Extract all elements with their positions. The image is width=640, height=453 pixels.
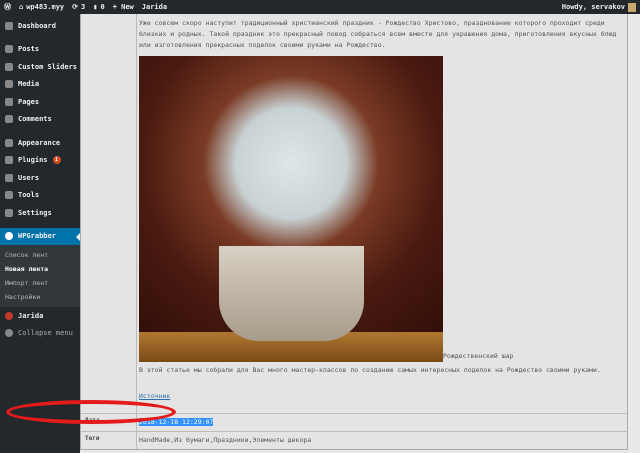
submenu-import-feeds[interactable]: Импорт лент — [0, 276, 80, 290]
feed-preview-table: Уже совсем скоро наступит традиционный х… — [80, 4, 628, 450]
sidebar-item-media[interactable]: Media — [0, 76, 80, 94]
tags-label: Теги — [81, 432, 137, 449]
sidebar-item-dashboard[interactable]: Dashboard — [0, 17, 80, 35]
new-content-link[interactable]: + New — [113, 3, 134, 11]
sidebar-item-wpgrabber[interactable]: WPGrabber — [0, 227, 80, 245]
source-link[interactable]: Источник — [139, 392, 170, 400]
submenu-settings[interactable]: Настройки — [0, 290, 80, 304]
sidebar-item-jarida[interactable]: Jarida — [0, 307, 80, 325]
site-name-link[interactable]: ⌂ wp483.myy — [19, 3, 64, 11]
media-icon — [5, 80, 13, 89]
christmas-globe-image — [139, 56, 443, 362]
comments-link[interactable]: ▮ 0 — [93, 3, 104, 11]
sidebar-item-custom-sliders[interactable]: Custom Sliders — [0, 58, 80, 76]
comment-icon — [5, 115, 13, 124]
wpgrabber-submenu: Список лент Новая лента Импорт лент Наст… — [0, 245, 80, 307]
pin-icon — [5, 45, 13, 54]
sidebar-item-plugins[interactable]: Plugins 1 — [0, 152, 80, 170]
wrench-icon — [5, 191, 13, 200]
sidebar-item-appearance[interactable]: Appearance — [0, 134, 80, 152]
admin-bar: Ⓦ ⌂ wp483.myy ⟳ 3 ▮ 0 + New Jarida Howdy, s… — [0, 0, 640, 14]
wordpress-logo-icon[interactable]: Ⓦ — [4, 2, 11, 12]
tags-value: HandMade,Из бумаги,Праздники,Элементы де… — [139, 436, 312, 444]
admin-sidebar: Dashboard Posts Custom Sliders Media Pag… — [0, 14, 80, 453]
highlight-annotation-oval — [6, 400, 176, 424]
sliders-icon — [5, 62, 13, 71]
sidebar-item-tools[interactable]: Tools — [0, 187, 80, 205]
account-menu[interactable]: Howdy, servakov — [562, 2, 636, 12]
updates-link[interactable]: ⟳ 3 — [72, 3, 85, 11]
updates-icon: ⟳ — [72, 3, 79, 11]
theme-link[interactable]: Jarida — [142, 3, 167, 11]
sidebar-item-posts[interactable]: Posts — [0, 41, 80, 59]
submenu-new-feed[interactable]: Новая лента — [0, 262, 80, 276]
settings-icon — [5, 208, 13, 217]
tags-row: Теги HandMade,Из бумаги,Праздники,Элемен… — [81, 432, 627, 449]
pages-icon — [5, 97, 13, 106]
submenu-feed-list[interactable]: Список лент — [0, 248, 80, 262]
sidebar-item-users[interactable]: Users — [0, 169, 80, 187]
image-caption: Рождественский шар — [443, 352, 514, 360]
collapse-menu-button[interactable]: Collapse menu — [0, 325, 80, 343]
main-content: Уже совсем скоро наступит традиционный х… — [80, 4, 640, 453]
article-paragraph: В этой статье мы собрали для Вас много м… — [139, 366, 601, 374]
intro-text: Уже совсем скоро наступит традиционный х… — [139, 19, 617, 49]
avatar — [628, 2, 636, 12]
collapse-icon — [5, 329, 13, 338]
sidebar-item-comments[interactable]: Comments — [0, 111, 80, 129]
plugins-update-badge: 1 — [52, 156, 61, 165]
user-icon — [5, 173, 13, 182]
home-icon: ⌂ — [19, 3, 24, 11]
comment-icon: ▮ — [93, 3, 98, 11]
plugin-icon — [5, 156, 13, 165]
text-label-column — [81, 5, 137, 413]
jarida-icon — [5, 311, 13, 320]
content-cell: Уже совсем скоро наступит традиционный х… — [137, 5, 627, 413]
gear-icon — [5, 232, 13, 241]
brush-icon — [5, 138, 13, 147]
sidebar-item-settings[interactable]: Settings — [0, 204, 80, 222]
sidebar-item-pages[interactable]: Pages — [0, 93, 80, 111]
dashboard-icon — [5, 21, 13, 30]
